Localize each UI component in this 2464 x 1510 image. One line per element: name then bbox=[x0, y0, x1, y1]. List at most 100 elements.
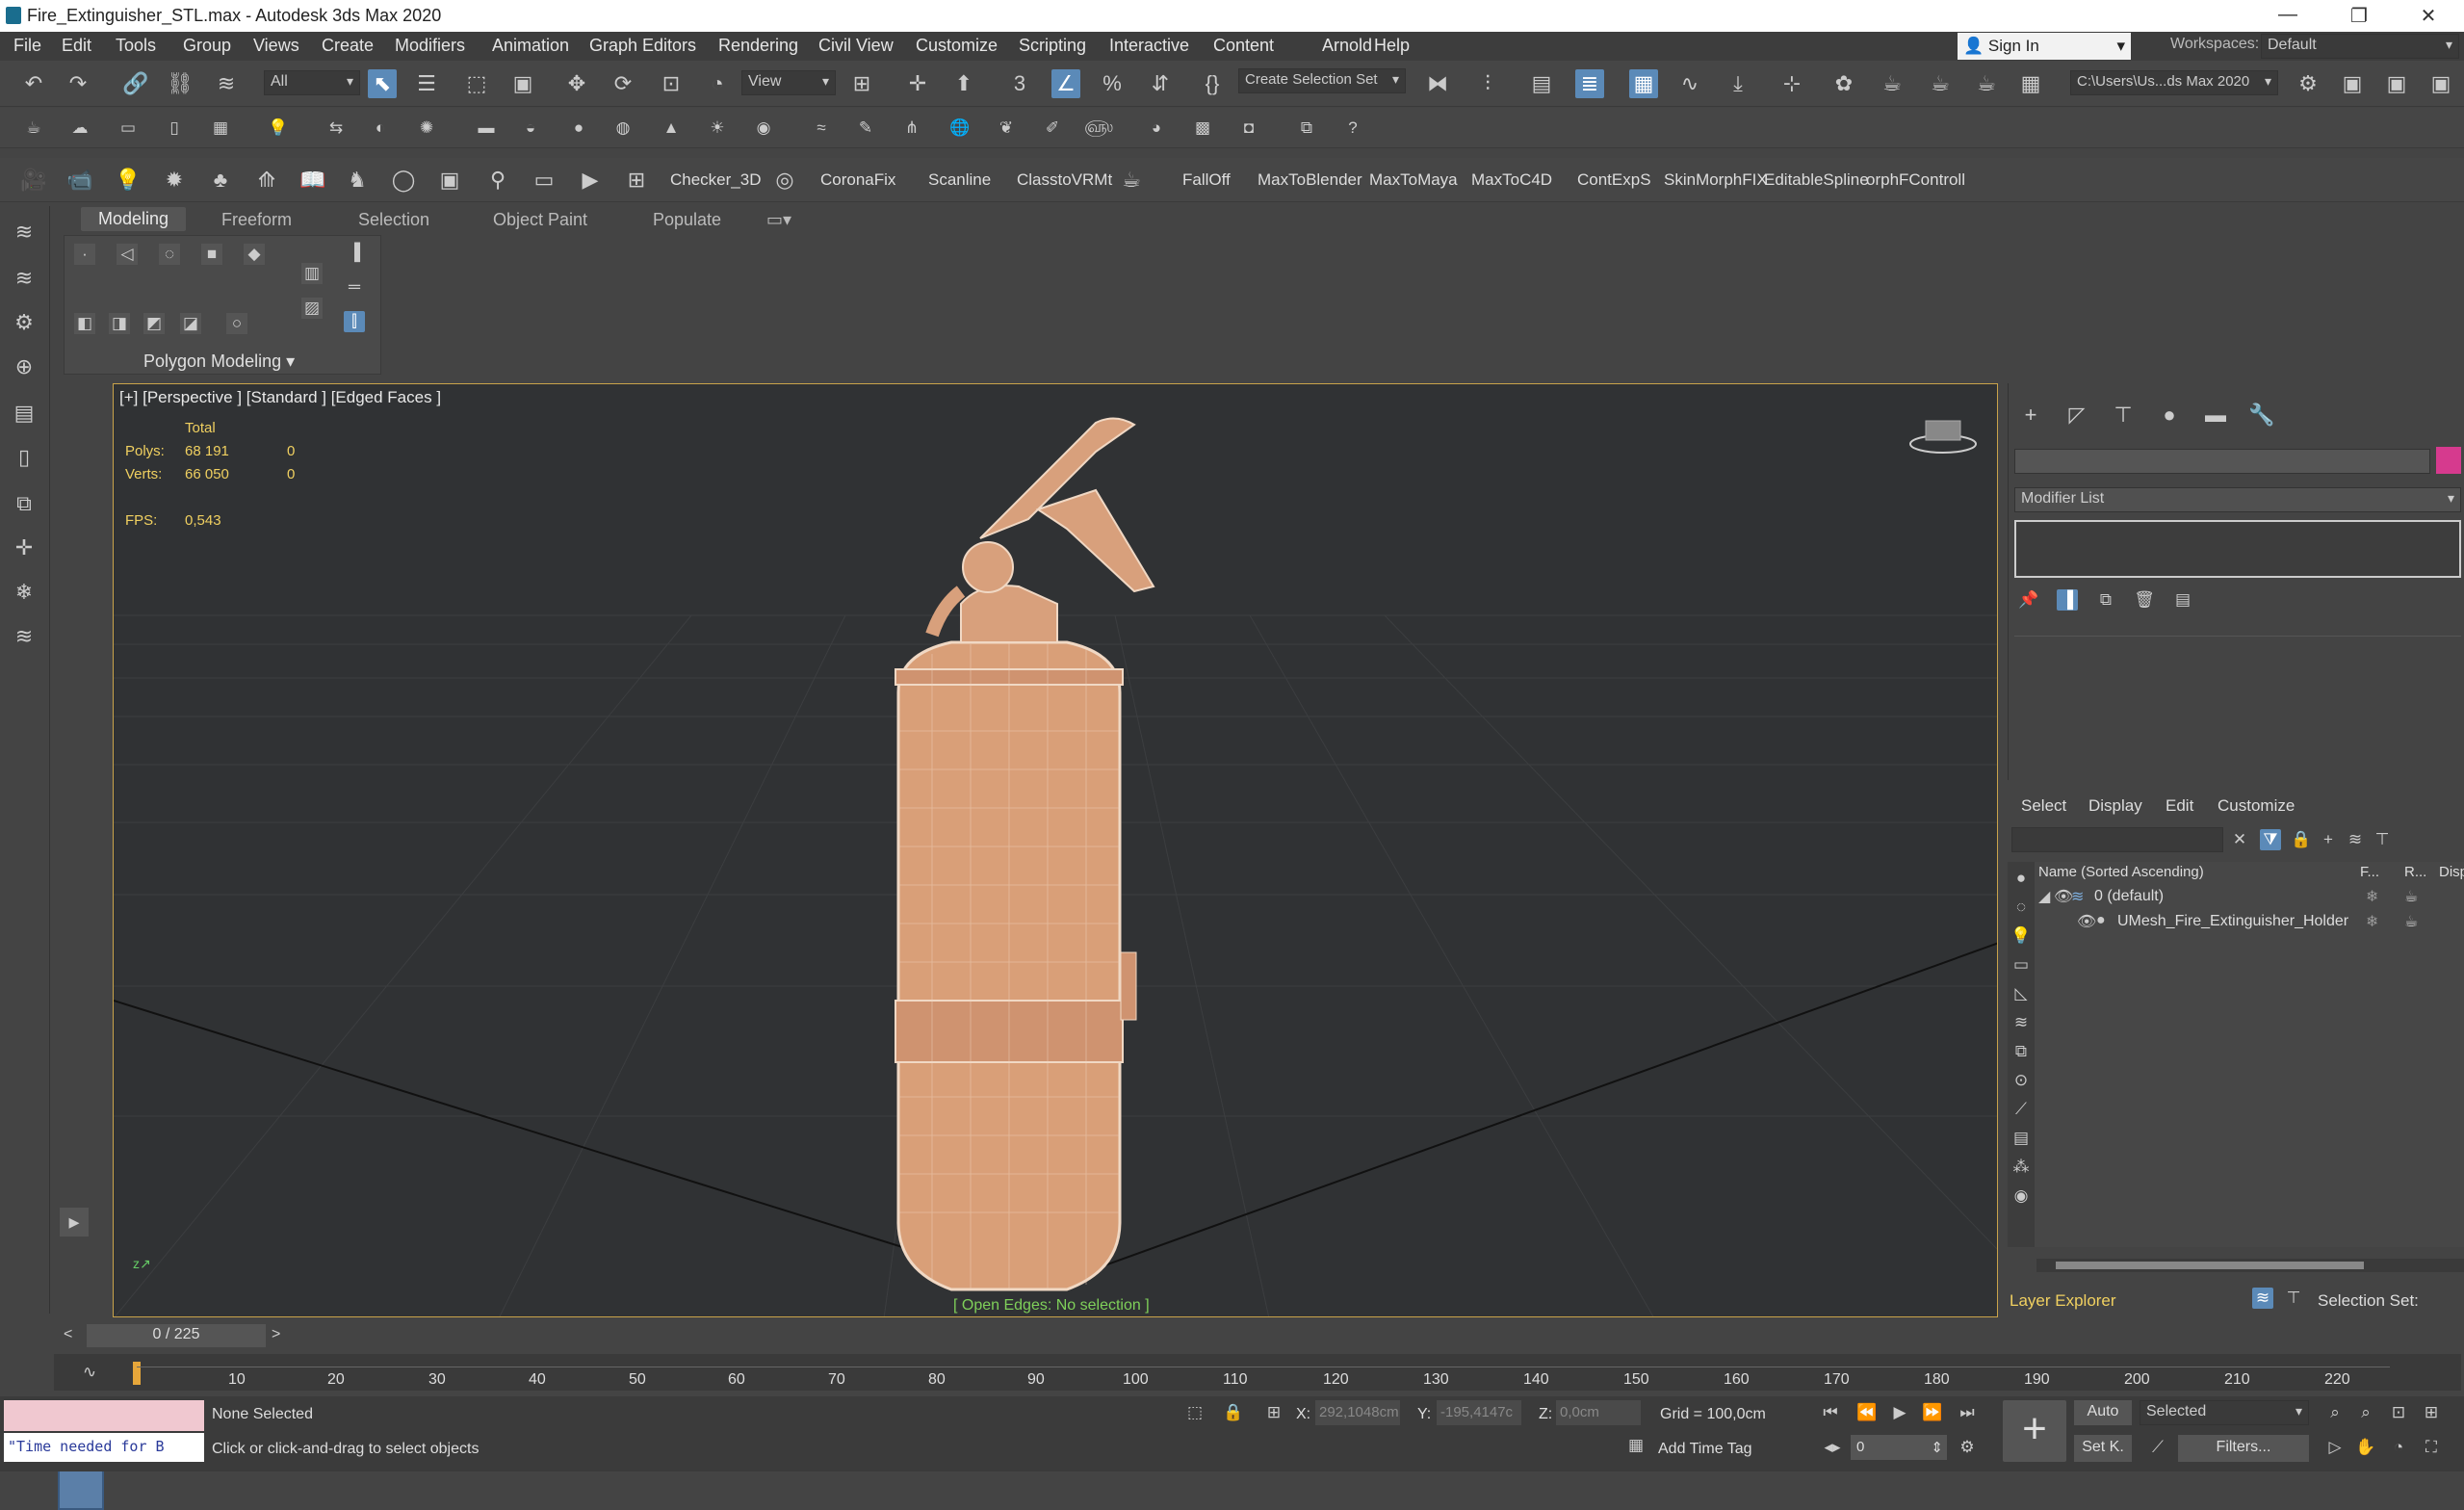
filter-lights-icon[interactable]: 💡 bbox=[2010, 925, 2032, 947]
f-column-header[interactable]: F... bbox=[2360, 864, 2379, 880]
display-tab-icon[interactable]: ▬ bbox=[2201, 401, 2230, 430]
current-frame-field[interactable]: 0 ⇕ bbox=[1851, 1435, 1947, 1460]
track-bar[interactable]: ∿ 10 20 30 40 50 60 70 80 90 100 110 120… bbox=[54, 1354, 2461, 1391]
object-name[interactable]: UMesh_Fire_Extinguisher_Holder bbox=[2117, 913, 2348, 930]
key-filter-dropdown[interactable]: Selected bbox=[2140, 1400, 2309, 1425]
cylinder-icon[interactable]: ◐ bbox=[370, 117, 391, 139]
layer-link-icon[interactable]: ✛ bbox=[10, 534, 39, 562]
maxtoblender-button[interactable]: MaxToBlender bbox=[1258, 170, 1362, 190]
reference-coordinate-dropdown[interactable]: View bbox=[741, 70, 836, 95]
leaf-icon[interactable]: ❦ bbox=[996, 117, 1017, 139]
make-unique-icon[interactable]: ⧉ bbox=[2095, 589, 2116, 611]
video-camera-icon[interactable]: 📹 bbox=[65, 166, 94, 195]
menu-modifiers[interactable]: Modifiers bbox=[395, 36, 465, 56]
undo-icon[interactable]: ↶ bbox=[19, 69, 48, 98]
filter-xrefs-icon[interactable]: ⊙ bbox=[2010, 1070, 2032, 1091]
bind-space-warp-icon[interactable]: ≋ bbox=[212, 69, 241, 98]
absolute-mode-icon[interactable]: ⊞ bbox=[1263, 1402, 1284, 1423]
freeze-icon[interactable]: ❄ bbox=[2366, 887, 2378, 906]
pivot-center-icon[interactable]: ⊞ bbox=[847, 69, 876, 98]
scene-explorer-icon[interactable]: ▤ bbox=[1527, 69, 1556, 98]
sort-by-layers-icon[interactable]: ≋ bbox=[2252, 1288, 2273, 1309]
rotate-icon[interactable]: ⟳ bbox=[609, 69, 637, 98]
selection-filter-dropdown[interactable]: All bbox=[264, 70, 360, 95]
layer-freeze-icon[interactable]: ❄ bbox=[10, 578, 39, 607]
pin-stack-icon[interactable]: 📌 bbox=[2018, 589, 2039, 611]
cone-icon[interactable]: ▲ bbox=[661, 117, 682, 139]
teapot-icon[interactable]: ☕ bbox=[23, 117, 44, 139]
filter-spacewarps-icon[interactable]: ≋ bbox=[2010, 1012, 2032, 1033]
lock-icon[interactable]: 🔒 bbox=[2291, 829, 2312, 850]
filter-particles-icon[interactable]: ⁂ bbox=[2010, 1157, 2032, 1178]
network-icon[interactable]: ⋔ bbox=[901, 117, 922, 139]
new-layer-icon[interactable]: + bbox=[2318, 829, 2339, 850]
object-color-swatch[interactable] bbox=[2436, 447, 2461, 474]
zoom-extents-all-icon[interactable]: ⊞ bbox=[2421, 1402, 2442, 1423]
move-icon[interactable]: ✥ bbox=[562, 69, 591, 98]
zoom-all-icon[interactable]: ⌕ bbox=[2355, 1402, 2376, 1423]
menu-edit[interactable]: Edit bbox=[62, 36, 91, 56]
menu-rendering[interactable]: Rendering bbox=[718, 36, 798, 56]
preview-icon[interactable]: ◪ bbox=[180, 313, 201, 334]
layer-default-name[interactable]: 0 (default) bbox=[2094, 888, 2164, 905]
next-frame-button-icon[interactable]: ⏩ bbox=[1922, 1402, 1943, 1423]
unlink-icon[interactable]: ⛓ bbox=[166, 69, 195, 98]
maxscript-listener-top[interactable] bbox=[4, 1400, 204, 1431]
menu-file[interactable]: File bbox=[13, 36, 41, 56]
ring-icon[interactable]: ◯ bbox=[389, 166, 418, 195]
cloud-icon[interactable]: ☁ bbox=[69, 117, 91, 139]
dope-sheet-icon[interactable]: ⤓ bbox=[1724, 69, 1752, 98]
spinner-snap-icon[interactable]: ⇵ bbox=[1146, 69, 1175, 98]
rectangular-selection-icon[interactable]: ⬚ bbox=[462, 69, 491, 98]
explorer-tab-customize[interactable]: Customize bbox=[2218, 796, 2295, 816]
orbit-icon[interactable]: ◔ bbox=[2388, 1437, 2409, 1458]
filter-bones-icon[interactable]: ⟋ bbox=[2010, 1099, 2032, 1120]
symmetry-icon[interactable]: ▥ bbox=[301, 263, 323, 284]
clear-search-icon[interactable]: ✕ bbox=[2229, 829, 2250, 850]
menu-interactive[interactable]: Interactive bbox=[1109, 36, 1189, 56]
modifier-stack[interactable] bbox=[2014, 520, 2461, 578]
align-icon[interactable]: ⫶ bbox=[1473, 69, 1502, 98]
polygon-modeling-label[interactable]: Polygon Modeling ▾ bbox=[143, 351, 295, 372]
add-time-tag-button[interactable]: Add Time Tag bbox=[1658, 1441, 1752, 1458]
toggle-modifier-icon[interactable]: ▐ bbox=[344, 242, 365, 263]
select-manipulate-icon[interactable]: ✛ bbox=[903, 69, 932, 98]
zoom-icon[interactable]: ⌕ bbox=[2324, 1402, 2346, 1423]
scrollbar-thumb[interactable] bbox=[2056, 1262, 2364, 1269]
curve-editor-icon[interactable]: ∿ bbox=[1675, 69, 1704, 98]
explorer-tab-edit[interactable]: Edit bbox=[2166, 796, 2193, 816]
select-object-icon[interactable]: ⬉ bbox=[368, 69, 397, 98]
layer-explorer-label[interactable]: Layer Explorer bbox=[2010, 1291, 2116, 1311]
orphfcontroll-button[interactable]: orphFControll bbox=[1866, 170, 1965, 190]
tab-modeling[interactable]: Modeling bbox=[81, 207, 187, 231]
viewport-label[interactable]: [+] [Perspective ] [Standard ] [Edged Fa… bbox=[119, 388, 441, 407]
orb-icon[interactable]: ◉ bbox=[753, 117, 774, 139]
render-iterative-icon[interactable]: ▦ bbox=[2016, 69, 2045, 98]
x-coordinate-field[interactable]: 292,1048cm bbox=[1315, 1400, 1400, 1425]
table-row[interactable]: 👁 ● UMesh_Fire_Extinguisher_Holder ❄ ☕ bbox=[2035, 910, 2464, 933]
layer-explorer-icon[interactable]: ≣ bbox=[1575, 69, 1604, 98]
link-icon[interactable]: 🔗 bbox=[121, 69, 150, 98]
hair-icon[interactable]: ≈ bbox=[811, 117, 832, 139]
sun-light-icon[interactable]: ✹ bbox=[160, 166, 189, 195]
light-bulb-icon[interactable]: 💡 bbox=[268, 117, 289, 139]
prev-frame-icon[interactable]: < bbox=[64, 1326, 72, 1343]
maxtoc4d-button[interactable]: MaxToC4D bbox=[1471, 170, 1552, 190]
rendered-frame-icon[interactable]: ☕ bbox=[1926, 69, 1955, 98]
box-icon[interactable]: ▭ bbox=[117, 117, 139, 139]
coronafix-button[interactable]: CoronaFix bbox=[820, 170, 895, 190]
plane-icon[interactable]: ▬ bbox=[476, 117, 497, 139]
layer-list-icon[interactable]: ▤ bbox=[10, 399, 39, 428]
edge-icon[interactable]: ◁ bbox=[117, 244, 138, 265]
pen-icon[interactable]: ✎ bbox=[855, 117, 876, 139]
box-shaded-icon[interactable]: ▣ bbox=[435, 166, 464, 195]
menu-content[interactable]: Content bbox=[1213, 36, 1274, 56]
contexps-button[interactable]: ContExpS bbox=[1577, 170, 1651, 190]
document-icon[interactable]: ▯ bbox=[164, 117, 185, 139]
time-configuration-icon[interactable]: ⚙ bbox=[1957, 1437, 1978, 1458]
material-sphere-icon[interactable]: ◕ bbox=[1146, 117, 1167, 139]
element-icon[interactable]: ◆ bbox=[244, 244, 265, 265]
remove-modifier-icon[interactable]: 🗑 bbox=[2134, 589, 2155, 611]
perspective-viewport[interactable]: [+] [Perspective ] [Standard ] [Edged Fa… bbox=[113, 383, 1998, 1317]
maximize-viewport-icon[interactable]: ⛶ bbox=[2421, 1437, 2442, 1458]
